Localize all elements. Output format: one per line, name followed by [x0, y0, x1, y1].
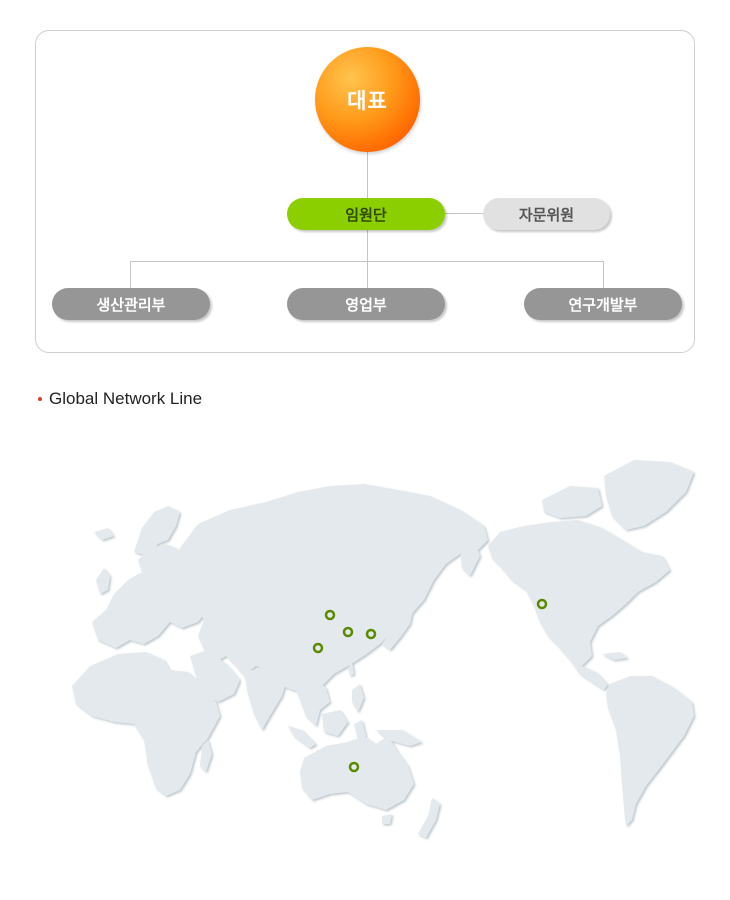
south-america-landmass: [606, 676, 694, 826]
world-map: [72, 460, 694, 838]
central-america-landmass: [570, 660, 608, 690]
tasmania-landmass: [382, 814, 392, 824]
borneo-landmass: [322, 710, 348, 736]
connector-executives-departments: [367, 230, 368, 288]
executives-node: 임원단: [287, 198, 445, 230]
new-zealand-landmass: [418, 798, 440, 838]
india-landmass: [244, 666, 288, 730]
connector-right-drop: [603, 261, 604, 288]
greenland-landmass: [604, 460, 694, 530]
philippines-landmass: [352, 684, 364, 712]
australia-landmass: [300, 736, 414, 810]
asia-landmass: [180, 484, 488, 692]
north-america-landmass: [488, 520, 670, 666]
connector-departments-horizontal: [130, 261, 604, 262]
department-node-production: 생산관리부: [52, 288, 210, 320]
caribbean-landmass: [602, 652, 628, 660]
bullet-icon: [38, 397, 42, 401]
connector-executives-advisory: [445, 213, 483, 214]
connector-left-drop: [130, 261, 131, 288]
global-network-heading: Global Network Line: [38, 389, 202, 409]
iceland-landmass: [94, 528, 114, 540]
arctic-islands-landmass: [542, 486, 602, 518]
department-node-rnd: 연구개발부: [524, 288, 682, 320]
sumatra-landmass: [288, 726, 316, 748]
global-network-title: Global Network Line: [49, 389, 203, 408]
ceo-node: 대표: [315, 47, 420, 152]
uk-landmass: [96, 568, 110, 594]
advisory-node: 자문위원: [483, 198, 610, 230]
department-node-sales: 영업부: [287, 288, 445, 320]
connector-ceo-executives: [367, 152, 368, 198]
